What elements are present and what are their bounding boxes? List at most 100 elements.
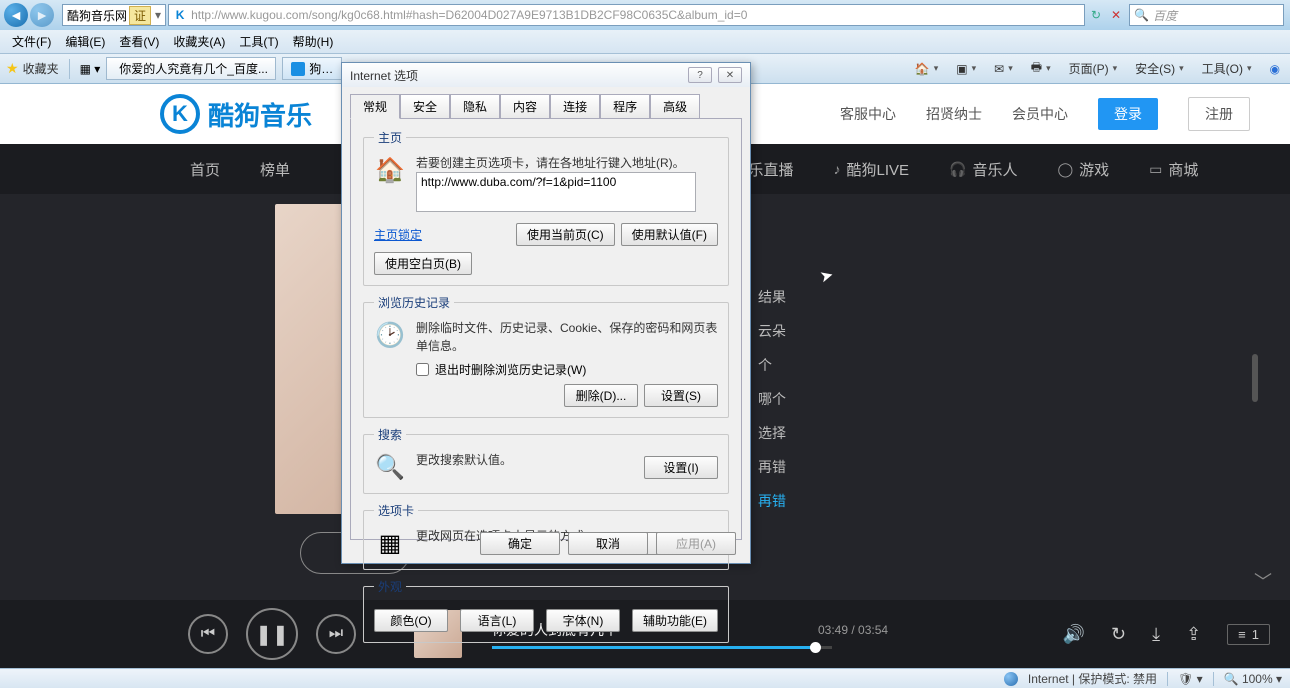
list-item[interactable]: 再错 <box>758 450 786 484</box>
nav-musician[interactable]: 🎧音乐人 <box>949 159 1017 180</box>
homepage-url-input[interactable] <box>416 172 696 212</box>
accessibility-button[interactable]: 辅助功能(E) <box>632 609 718 632</box>
menu-edit[interactable]: 编辑(E) <box>59 31 111 52</box>
favorites-label: 收藏夹 <box>23 60 59 77</box>
use-current-button[interactable]: 使用当前页(C) <box>516 223 615 246</box>
address-bar[interactable]: K http://www.kugou.com/song/kg0c68.html#… <box>168 4 1085 26</box>
history-settings-button[interactable]: 设置(S) <box>644 384 718 407</box>
use-blank-button[interactable]: 使用空白页(B) <box>374 252 472 275</box>
quick-tabs-icon[interactable]: ▦ ▾ <box>80 62 101 76</box>
refresh-icon[interactable]: ↻ <box>1087 6 1105 24</box>
menu-file[interactable]: 文件(F) <box>6 31 57 52</box>
url-text: http://www.kugou.com/song/kg0c68.html#ha… <box>191 8 747 22</box>
safety-menu[interactable]: 安全(S) <box>1131 58 1188 79</box>
loop-icon[interactable]: ↻ <box>1111 624 1126 645</box>
nav-game[interactable]: ◯游戏 <box>1057 159 1109 180</box>
nav-mall[interactable]: ▭商城 <box>1149 159 1198 180</box>
game-icon: ◯ <box>1057 161 1073 178</box>
tab-privacy[interactable]: 隐私 <box>450 94 500 119</box>
nav-home[interactable]: 首页 <box>190 159 220 180</box>
chevron-down-icon[interactable]: ﹀ <box>1254 568 1272 594</box>
list-item[interactable]: 再错 <box>758 484 786 518</box>
list-item[interactable]: 选择 <box>758 416 786 450</box>
kugou-logo[interactable]: K 酷狗音乐 <box>160 94 312 134</box>
progress-bar[interactable] <box>492 646 832 649</box>
ok-button[interactable]: 确定 <box>480 532 560 555</box>
help-icon: ◉ <box>1270 62 1280 76</box>
list-item[interactable]: 结果 <box>758 280 786 314</box>
languages-button[interactable]: 语言(L) <box>460 609 534 632</box>
dialog-help-button[interactable]: ? <box>688 67 712 83</box>
dialog-close-button[interactable]: ✕ <box>718 67 742 83</box>
pause-button[interactable]: ❚❚ <box>246 608 298 660</box>
history-delete-button[interactable]: 删除(D)... <box>564 384 638 407</box>
login-button[interactable]: 登录 <box>1098 98 1158 130</box>
feeds-button[interactable]: ▣ <box>952 60 980 78</box>
list-item[interactable]: 哪个 <box>758 382 786 416</box>
favorites-button[interactable]: ★ 收藏夹 <box>6 60 59 77</box>
colors-button[interactable]: 颜色(O) <box>374 609 448 632</box>
search-hint: 更改搜索默认值。 <box>416 451 634 469</box>
dropdown-arrow-icon[interactable]: ▾ <box>155 8 161 22</box>
help-button[interactable]: ◉ <box>1266 60 1284 78</box>
browser-search-box[interactable]: 🔍 百度 <box>1129 4 1284 26</box>
menu-tools[interactable]: 工具(T) <box>233 31 284 52</box>
page-menu[interactable]: 页面(P) <box>1065 58 1122 79</box>
share-icon[interactable]: ⇪ <box>1186 624 1201 645</box>
tab-content[interactable]: 内容 <box>500 94 550 119</box>
appearance-group: 外观 颜色(O) 语言(L) 字体(N) 辅助功能(E) <box>363 578 729 643</box>
tab-connections[interactable]: 连接 <box>550 94 600 119</box>
dialog-title-text: Internet 选项 <box>350 67 418 84</box>
apply-button[interactable]: 应用(A) <box>656 532 736 555</box>
tab-general[interactable]: 常规 <box>350 94 400 119</box>
volume-icon[interactable]: 🔊 <box>1063 624 1085 645</box>
zoom-control[interactable]: 🔍 100% ▾ <box>1224 672 1282 686</box>
prev-button[interactable]: ⏮ <box>188 614 228 654</box>
browser-tab-baidu[interactable]: 你爱的人究竟有几个_百度... <box>106 57 276 80</box>
register-button[interactable]: 注册 <box>1188 97 1250 131</box>
history-legend: 浏览历史记录 <box>374 294 454 311</box>
homepage-hint: 若要创建主页选项卡，请在各地址行键入地址(R)。 <box>416 154 718 172</box>
fonts-button[interactable]: 字体(N) <box>546 609 620 632</box>
stop-icon[interactable]: ✕ <box>1107 6 1125 24</box>
queue-button[interactable]: ≡1 <box>1227 624 1270 645</box>
menu-favorites[interactable]: 收藏夹(A) <box>167 31 231 52</box>
mail-button[interactable]: ✉ <box>990 60 1017 78</box>
list-item[interactable]: 个 <box>758 348 786 382</box>
search-engine-icon: 🔍 <box>1134 8 1149 22</box>
nav-kglive[interactable]: ♪酷狗LIVE <box>833 159 909 180</box>
menu-help[interactable]: 帮助(H) <box>287 31 340 52</box>
menu-view[interactable]: 查看(V) <box>113 31 165 52</box>
nav-forward-button[interactable]: ► <box>30 3 54 27</box>
search-legend: 搜索 <box>374 426 406 443</box>
link-member[interactable]: 会员中心 <box>1012 104 1068 124</box>
tab-advanced[interactable]: 高级 <box>650 94 700 119</box>
use-default-button[interactable]: 使用默认值(F) <box>621 223 718 246</box>
next-button[interactable]: ⏭ <box>316 614 356 654</box>
tools-menu[interactable]: 工具(O) <box>1198 58 1256 79</box>
scrollbar-thumb[interactable] <box>1252 354 1258 402</box>
separator <box>69 59 70 79</box>
protected-mode-icon[interactable]: 🛡 ▾ <box>1178 672 1203 686</box>
dialog-titlebar[interactable]: Internet 选项 ? ✕ <box>342 63 750 87</box>
history-hint: 删除临时文件、历史记录、Cookie、保存的密码和网页表单信息。 <box>416 319 718 355</box>
nav-rank[interactable]: 榜单 <box>260 159 290 180</box>
print-button[interactable]: 🖶 <box>1027 56 1055 81</box>
cancel-button[interactable]: 取消 <box>568 532 648 555</box>
search-settings-button[interactable]: 设置(I) <box>644 456 718 479</box>
list-item[interactable]: 云朵 <box>758 314 786 348</box>
homepage-lock-link[interactable]: 主页锁定 <box>374 226 422 243</box>
site-label: 酷狗音乐网 <box>67 7 127 24</box>
print-icon: 🖶 <box>1031 58 1042 79</box>
tab-security[interactable]: 安全 <box>400 94 450 119</box>
link-recruit[interactable]: 招贤纳士 <box>926 104 982 124</box>
download-icon[interactable]: ⤓ <box>1152 624 1160 645</box>
nav-back-button[interactable]: ◄ <box>4 3 28 27</box>
menubar: 文件(F) 编辑(E) 查看(V) 收藏夹(A) 工具(T) 帮助(H) <box>0 30 1290 54</box>
tab-programs[interactable]: 程序 <box>600 94 650 119</box>
browser-tab-kugou[interactable]: 狗… <box>282 57 342 80</box>
tabs-legend: 选项卡 <box>374 502 418 519</box>
home-button[interactable]: 🏠 <box>911 60 942 78</box>
link-service[interactable]: 客服中心 <box>840 104 896 124</box>
delete-on-exit-checkbox[interactable] <box>416 363 429 376</box>
